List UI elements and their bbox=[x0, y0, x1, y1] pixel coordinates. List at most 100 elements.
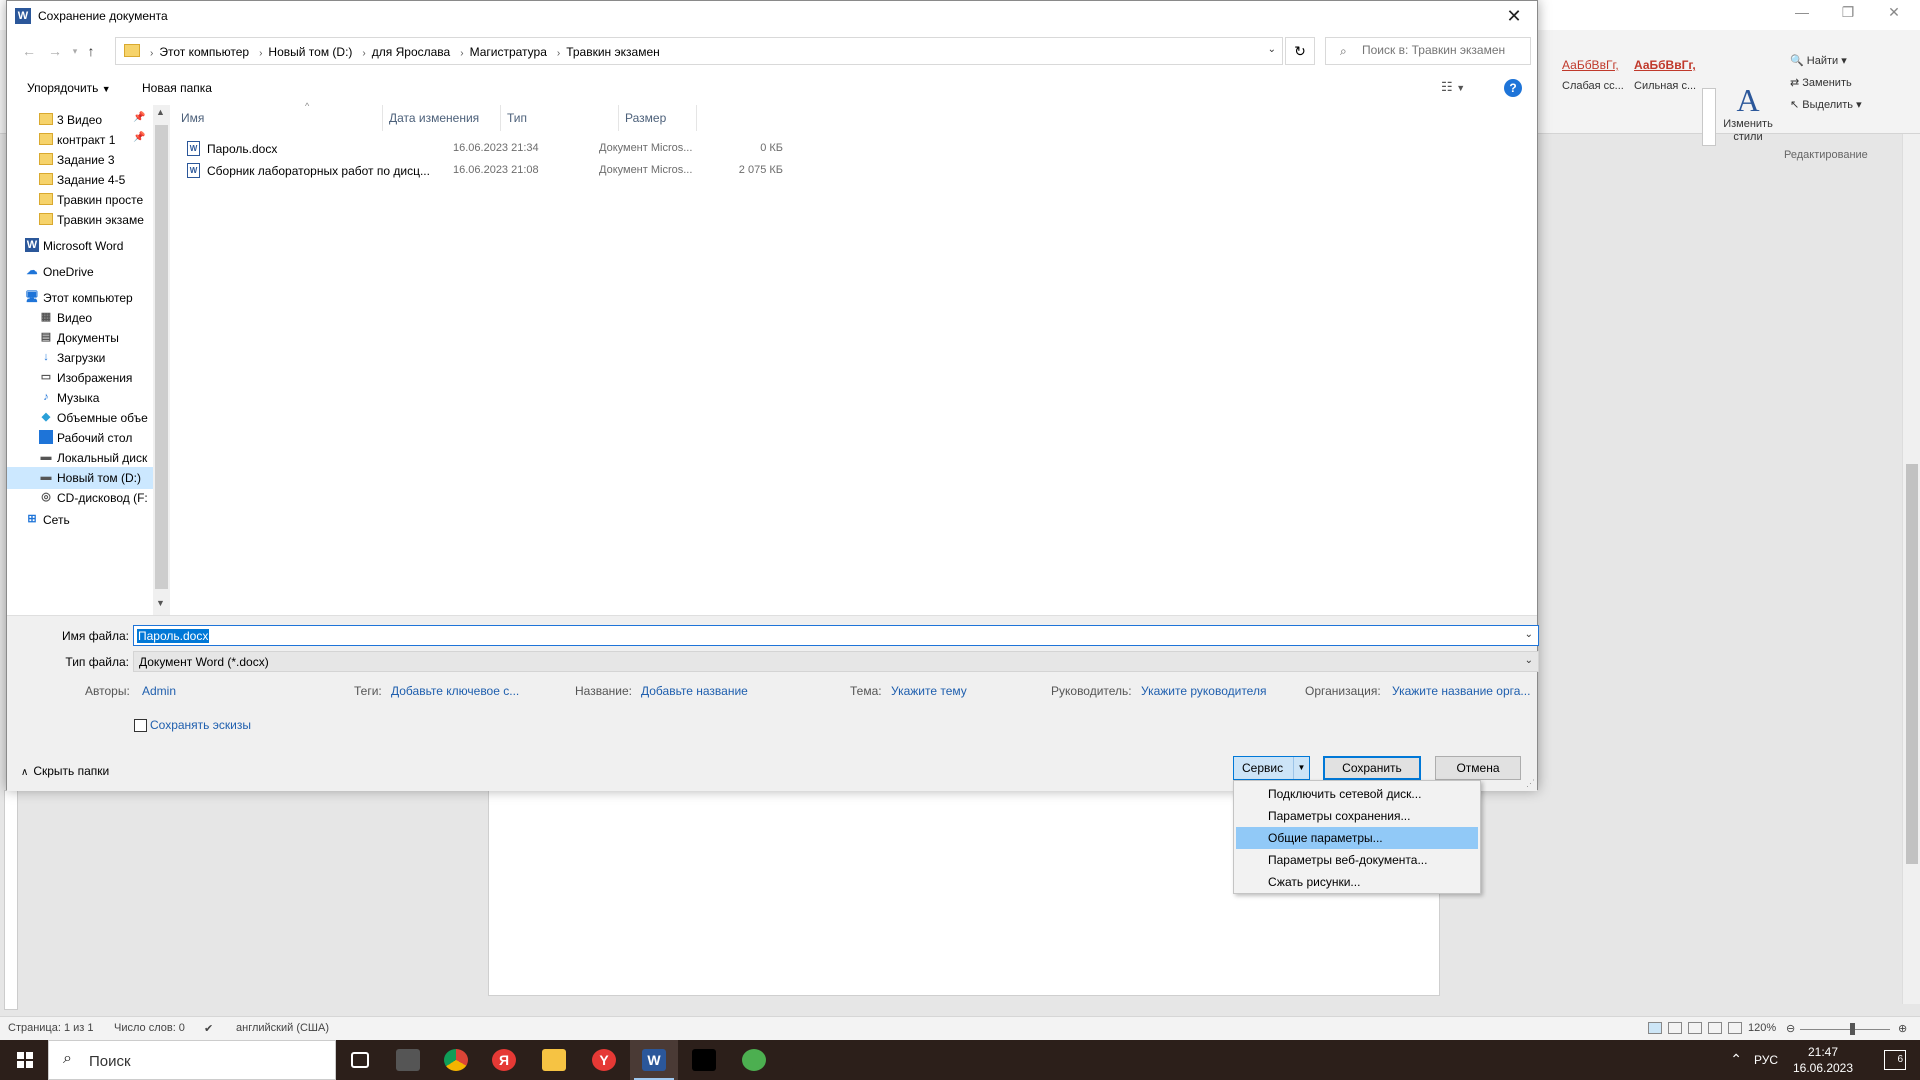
zoom-level[interactable]: 120% bbox=[1748, 1022, 1776, 1034]
replace-button[interactable]: ⇄ Заменить bbox=[1790, 76, 1852, 89]
close-icon[interactable]: ✕ bbox=[1491, 1, 1537, 32]
organize-button[interactable]: Упорядочить ▼ bbox=[27, 81, 111, 95]
zoom-out-icon[interactable]: ⊖ bbox=[1786, 1022, 1795, 1035]
file-row[interactable]: W Пароль.docx 16.06.2023 21:34 Документ Mic… bbox=[175, 139, 795, 159]
title-field[interactable]: Добавьте название bbox=[641, 684, 748, 698]
read-mode-icon[interactable] bbox=[1668, 1022, 1682, 1034]
save-button[interactable]: Сохранить bbox=[1323, 756, 1421, 780]
tree-item[interactable]: Травкин просте bbox=[7, 189, 157, 211]
tree-item[interactable]: 3 Видео 📌 bbox=[7, 109, 157, 131]
start-button[interactable] bbox=[0, 1040, 48, 1080]
close-icon[interactable]: ✕ bbox=[1874, 4, 1914, 21]
style-subtle-reference[interactable]: АаБбВвГг, Слабая сс... bbox=[1562, 58, 1634, 114]
breadcrumb-separator-icon[interactable]: › bbox=[557, 48, 560, 59]
cancel-button[interactable]: Отмена bbox=[1435, 756, 1521, 780]
tree-item[interactable]: контракт 1 📌 bbox=[7, 129, 157, 151]
search-input[interactable] bbox=[1362, 43, 1526, 57]
tree-item[interactable]: ▬ Новый том (D:) bbox=[7, 467, 157, 489]
company-field[interactable]: Укажите название орга... bbox=[1392, 684, 1530, 698]
clock[interactable]: 21:47 16.06.2023 bbox=[1788, 1044, 1858, 1076]
forward-icon[interactable]: → bbox=[45, 41, 65, 61]
resize-grip-icon[interactable]: ⋰ bbox=[1526, 778, 1535, 789]
tree-item[interactable]: ☁ OneDrive bbox=[7, 261, 157, 283]
up-folder-icon[interactable]: ↑ bbox=[81, 41, 101, 61]
refresh-button[interactable]: ↻ bbox=[1285, 37, 1315, 65]
scroll-down-icon[interactable]: ▼ bbox=[156, 598, 165, 608]
breadcrumb-separator-icon[interactable]: › bbox=[460, 48, 463, 59]
tools-menu-item[interactable]: Общие параметры... bbox=[1236, 827, 1478, 849]
scrollbar-thumb[interactable] bbox=[155, 125, 168, 589]
zoom-slider-knob[interactable] bbox=[1850, 1023, 1855, 1035]
back-icon[interactable]: ← bbox=[19, 41, 39, 61]
zoom-in-icon[interactable]: ⊕ bbox=[1898, 1022, 1907, 1035]
tree-item[interactable]: W Microsoft Word bbox=[7, 235, 157, 257]
taskbar-app-button[interactable]: Я bbox=[480, 1040, 528, 1080]
hide-folders-button[interactable]: ∧ Скрыть папки bbox=[21, 764, 109, 778]
new-folder-button[interactable]: Новая папка bbox=[142, 81, 212, 95]
select-button[interactable]: ↖ Выделить ▾ bbox=[1790, 98, 1862, 111]
tools-menu-item[interactable]: Параметры сохранения... bbox=[1236, 805, 1478, 827]
tree-item[interactable]: Рабочий стол bbox=[7, 427, 157, 449]
taskbar-app-button[interactable] bbox=[530, 1040, 578, 1080]
page-count[interactable]: Страница: 1 из 1 bbox=[8, 1022, 94, 1034]
taskbar-app-button[interactable] bbox=[336, 1040, 384, 1080]
save-thumbnails-label[interactable]: Сохранять эскизы bbox=[150, 718, 251, 732]
breadcrumb-item[interactable]: для Ярослава bbox=[372, 45, 450, 59]
proofing-icon[interactable]: ✔ bbox=[204, 1022, 213, 1035]
filename-input[interactable]: Пароль.docx ⌄ bbox=[133, 625, 1539, 646]
tree-item[interactable]: ◎ CD-дисковод (F: bbox=[7, 487, 157, 509]
tree-item[interactable]: ◆ Объемные объе bbox=[7, 407, 157, 429]
change-styles-button[interactable]: A Изменить стили bbox=[1720, 82, 1776, 144]
scroll-up-icon[interactable]: ▲ bbox=[156, 107, 165, 117]
chevron-down-icon[interactable]: ⌄ bbox=[1525, 629, 1533, 640]
tags-field[interactable]: Добавьте ключевое с... bbox=[391, 684, 519, 698]
tools-button[interactable]: Сервис ▼ bbox=[1233, 756, 1310, 780]
taskbar-app-button[interactable] bbox=[680, 1040, 728, 1080]
tools-menu-item[interactable]: Сжать рисунки... bbox=[1236, 871, 1478, 893]
outline-icon[interactable] bbox=[1708, 1022, 1722, 1034]
taskbar-search[interactable]: ⌕ Поиск bbox=[48, 1040, 336, 1080]
tools-menu-item[interactable]: Подключить сетевой диск... bbox=[1236, 783, 1478, 805]
web-layout-icon[interactable] bbox=[1688, 1022, 1702, 1034]
address-bar[interactable]: › Этот компьютер › Новый том (D:) › для Яросл… bbox=[115, 37, 1283, 65]
tree-item[interactable]: ⊞ Сеть bbox=[7, 509, 157, 531]
vertical-scrollbar[interactable] bbox=[1902, 134, 1920, 1004]
column-header-date[interactable]: Дата изменения bbox=[383, 105, 501, 131]
subject-field[interactable]: Укажите тему bbox=[891, 684, 967, 698]
manager-field[interactable]: Укажите руководителя bbox=[1141, 684, 1266, 698]
tree-item[interactable]: Травкин экзаме bbox=[7, 209, 157, 231]
styles-gallery-scroll[interactable] bbox=[1702, 88, 1716, 146]
minimize-icon[interactable]: — bbox=[1782, 4, 1822, 20]
tree-item[interactable]: ▦ Видео bbox=[7, 307, 157, 329]
taskbar-app-button[interactable]: W bbox=[630, 1040, 678, 1080]
filetype-select[interactable]: Документ Word (*.docx) ⌄ bbox=[133, 651, 1539, 672]
column-header-type[interactable]: Тип bbox=[501, 105, 619, 131]
print-layout-icon[interactable] bbox=[1648, 1022, 1662, 1034]
language-indicator[interactable]: английский (США) bbox=[236, 1022, 329, 1034]
taskbar-app-button[interactable] bbox=[384, 1040, 432, 1080]
draft-icon[interactable] bbox=[1728, 1022, 1742, 1034]
column-header-size[interactable]: Размер bbox=[619, 105, 697, 131]
tree-item[interactable]: ♪ Музыка bbox=[7, 387, 157, 409]
save-thumbnails-checkbox[interactable] bbox=[134, 719, 147, 732]
authors-field[interactable]: Admin bbox=[142, 684, 176, 698]
tree-item[interactable]: Задание 4-5 bbox=[7, 169, 157, 191]
search-box[interactable]: ⌕ bbox=[1325, 37, 1531, 65]
notification-center-icon[interactable]: 6 bbox=[1884, 1050, 1906, 1070]
tree-item[interactable]: ↓ Загрузки bbox=[7, 347, 157, 369]
language-indicator[interactable]: РУС bbox=[1754, 1053, 1778, 1067]
breadcrumb-item[interactable]: Травкин экзамен bbox=[566, 45, 660, 59]
zoom-slider[interactable] bbox=[1800, 1029, 1890, 1030]
taskbar-app-button[interactable] bbox=[730, 1040, 778, 1080]
chevron-up-icon[interactable]: ⌃ bbox=[1730, 1051, 1742, 1068]
taskbar-app-button[interactable]: Y bbox=[580, 1040, 628, 1080]
breadcrumb-separator-icon[interactable]: › bbox=[150, 48, 153, 59]
word-count[interactable]: Число слов: 0 bbox=[114, 1022, 185, 1034]
help-icon[interactable]: ? bbox=[1504, 79, 1522, 97]
tree-item[interactable]: Задание 3 bbox=[7, 149, 157, 171]
column-header-name[interactable]: Имя ^ bbox=[175, 101, 383, 131]
taskbar-app-button[interactable] bbox=[432, 1040, 480, 1080]
find-button[interactable]: 🔍 Найти ▾ bbox=[1790, 54, 1847, 67]
file-row[interactable]: W Сборник лабораторных работ по дисц... 16… bbox=[175, 161, 795, 181]
tools-menu-item[interactable]: Параметры веб-документа... bbox=[1236, 849, 1478, 871]
